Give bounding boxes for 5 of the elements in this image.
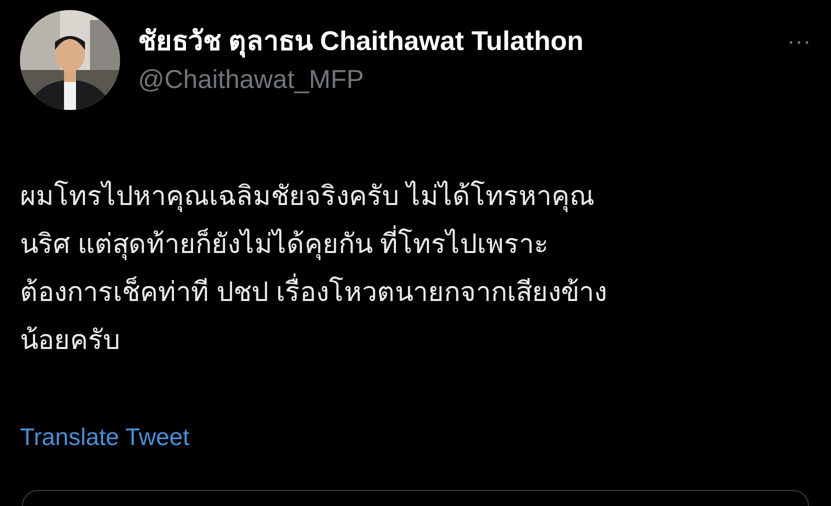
author-handle: @Chaithawat_MFP bbox=[138, 63, 365, 96]
author-name: ชัยธวัช ตุลาธน Chaithawat Tulathon bbox=[138, 25, 584, 58]
more-icon[interactable]: ··· bbox=[787, 30, 811, 54]
translate-link[interactable]: Translate Tweet bbox=[20, 424, 190, 452]
tweet-text: ผมโทรไปหาคุณเฉลิมชัยจริงครับ ไม่ได้โทรหาคุณ นริศ แต่สุดท้ายก็ยังไม่ได้คุยกัน ที่โทรไปเพราะ ต้องการเช็คท่าที ปชป เรื่องโหวตนายกจากเสียงข้าง น้อยครับ bbox=[20, 180, 608, 357]
